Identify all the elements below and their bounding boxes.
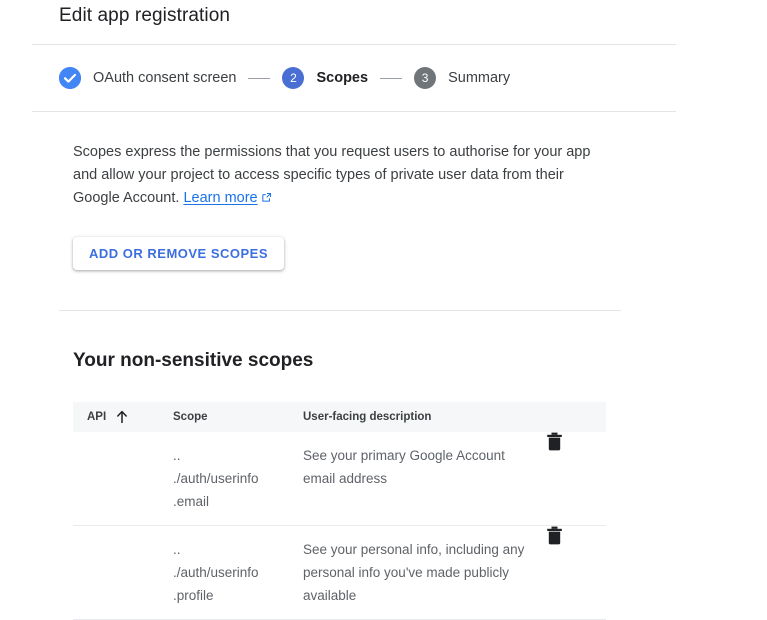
column-header-scope-label: Scope xyxy=(173,411,208,423)
scope-line: .profile xyxy=(173,588,214,603)
cell-actions xyxy=(546,432,606,526)
learn-more-label: Learn more xyxy=(183,190,258,206)
divider-under-stepper xyxy=(32,111,676,112)
divider-mid xyxy=(59,310,621,311)
stepper-marker-3: 3 xyxy=(414,67,437,89)
add-or-remove-scopes-button[interactable]: ADD OR REMOVE SCOPES xyxy=(73,237,285,270)
sort-ascending-arrow-icon[interactable] xyxy=(116,410,128,424)
cell-actions xyxy=(546,525,606,620)
scope-line: ./auth/userinfo xyxy=(173,471,259,486)
page-title: Edit app registration xyxy=(59,5,231,26)
scope-line: ./auth/userinfo xyxy=(173,565,259,580)
cell-scope: .. ./auth/userinfo .email xyxy=(173,432,303,526)
trash-icon xyxy=(546,526,563,545)
table-row: .. ./auth/userinfo .profile See your per… xyxy=(73,525,606,620)
stepper-connector-1 xyxy=(248,77,271,79)
column-header-description[interactable]: User-facing description xyxy=(303,402,546,432)
column-header-api[interactable]: API xyxy=(73,402,173,432)
trash-icon xyxy=(546,432,563,451)
stepper-label-oauth-consent-screen: OAuth consent screen xyxy=(93,70,237,86)
scope-line: .. xyxy=(173,542,181,557)
scopes-description-text: Scopes express the permissions that you … xyxy=(73,144,591,206)
stepper-step-oauth-consent-screen[interactable]: OAuth consent screen xyxy=(59,67,236,89)
description-text: See your primary Google Account email ad… xyxy=(303,448,505,486)
column-header-actions xyxy=(546,402,606,432)
stepper-label-summary: Summary xyxy=(448,70,511,86)
delete-scope-button[interactable] xyxy=(546,526,563,545)
column-header-description-label: User-facing description xyxy=(303,411,432,423)
description-text: See your personal info, including any pe… xyxy=(303,542,525,603)
scope-line: .email xyxy=(173,494,210,509)
cell-api xyxy=(73,432,173,526)
stepper: OAuth consent screen 2 Scopes 3 Summary xyxy=(59,64,510,92)
learn-more-link[interactable]: Learn more xyxy=(183,190,271,206)
table-row: .. ./auth/userinfo .email See your prima… xyxy=(73,432,606,526)
stepper-step-scopes[interactable]: 2 Scopes xyxy=(282,67,368,89)
table-header-row: API Scope User-facing description xyxy=(73,402,606,432)
stepper-step-summary[interactable]: 3 Summary xyxy=(414,67,510,89)
stepper-connector-2 xyxy=(380,77,403,79)
cell-description: See your primary Google Account email ad… xyxy=(303,432,546,526)
cell-api xyxy=(73,525,173,620)
cell-description: See your personal info, including any pe… xyxy=(303,525,546,620)
cell-scope: .. ./auth/userinfo .profile xyxy=(173,525,303,620)
external-link-icon xyxy=(261,188,272,211)
stepper-marker-2: 2 xyxy=(282,67,305,89)
scopes-description: Scopes express the permissions that you … xyxy=(73,141,597,211)
scopes-table-header: API Scope User-facing description xyxy=(73,402,606,432)
scope-line: .. xyxy=(173,448,181,463)
scopes-table: API Scope User-facing description .. ./a… xyxy=(73,402,606,620)
delete-scope-button[interactable] xyxy=(546,432,563,451)
section-title-non-sensitive-scopes: Your non-sensitive scopes xyxy=(73,350,314,371)
column-header-scope[interactable]: Scope xyxy=(173,402,303,432)
stepper-label-scopes: Scopes xyxy=(316,70,369,86)
check-circle-icon xyxy=(59,67,81,89)
scopes-table-body: .. ./auth/userinfo .email See your prima… xyxy=(73,432,606,620)
column-header-api-label: API xyxy=(87,411,107,423)
divider-top xyxy=(32,44,676,45)
